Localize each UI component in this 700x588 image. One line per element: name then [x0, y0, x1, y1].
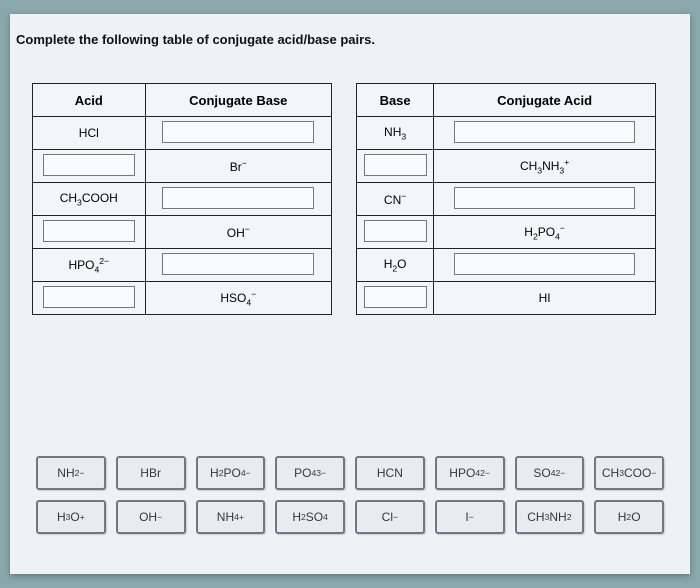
- base-cell-5: [357, 282, 434, 315]
- answer-chip[interactable]: H2SO4: [275, 500, 345, 534]
- col-header-base: Base: [357, 84, 434, 117]
- table-row: Br−: [33, 150, 332, 183]
- conjugate-acid-cell-0: [434, 117, 656, 150]
- col-header-acid: Acid: [33, 84, 146, 117]
- conjugate-base-cell-0-dropzone[interactable]: [162, 121, 314, 143]
- conjugate-acid-cell-2-dropzone[interactable]: [454, 187, 635, 209]
- table-row: CH3NH3+: [357, 150, 656, 183]
- base-table-body: NH3CH3NH3+CN−H2PO4−H2OHI: [357, 117, 656, 315]
- table-row: CH3COOH: [33, 183, 332, 216]
- answer-chip[interactable]: NH2−: [36, 456, 106, 490]
- answer-chip[interactable]: SO42−: [515, 456, 585, 490]
- conjugate-base-cell-2: [145, 183, 331, 216]
- base-cell-5-dropzone[interactable]: [364, 286, 427, 308]
- answer-chip[interactable]: OH−: [116, 500, 186, 534]
- col-header-conjugate-acid: Conjugate Acid: [434, 84, 656, 117]
- conjugate-acid-cell-4-dropzone[interactable]: [454, 253, 635, 275]
- base-cell-1: [357, 150, 434, 183]
- acid-cell-4: HPO42−: [33, 249, 146, 282]
- table-row: NH3: [357, 117, 656, 150]
- table-row: H2O: [357, 249, 656, 282]
- acid-conjugate-base-table: Acid Conjugate Base HClBr−CH3COOHOH−HPO4…: [32, 83, 332, 315]
- answer-chip[interactable]: H2PO4−: [196, 456, 266, 490]
- base-conjugate-acid-table: Base Conjugate Acid NH3CH3NH3+CN−H2PO4−H…: [356, 83, 656, 315]
- conjugate-acid-cell-5: HI: [434, 282, 656, 315]
- answer-chip[interactable]: CH3NH2: [515, 500, 585, 534]
- base-cell-3: [357, 216, 434, 249]
- answer-chip[interactable]: PO43−: [275, 456, 345, 490]
- answer-chip[interactable]: HBr: [116, 456, 186, 490]
- answer-bank-row: H3O+ OH− NH4+ H2SO4 Cl− I− CH3NH2 H2O: [36, 500, 664, 534]
- table-row: HCl: [33, 117, 332, 150]
- table-row: H2PO4−: [357, 216, 656, 249]
- answer-chip[interactable]: HPO42−: [435, 456, 505, 490]
- acid-cell-5: [33, 282, 146, 315]
- table-row: HPO42−: [33, 249, 332, 282]
- acid-cell-1-dropzone[interactable]: [43, 154, 135, 176]
- acid-cell-5-dropzone[interactable]: [43, 286, 135, 308]
- answer-chip[interactable]: H3O+: [36, 500, 106, 534]
- question-prompt: Complete the following table of conjugat…: [10, 14, 690, 53]
- base-cell-2: CN−: [357, 183, 434, 216]
- answer-chip[interactable]: CH3COO−: [594, 456, 664, 490]
- conjugate-base-cell-1: Br−: [145, 150, 331, 183]
- conjugate-base-cell-3: OH−: [145, 216, 331, 249]
- conjugate-acid-cell-4: [434, 249, 656, 282]
- conjugate-base-cell-4: [145, 249, 331, 282]
- acid-cell-0: HCl: [33, 117, 146, 150]
- acid-cell-3-dropzone[interactable]: [43, 220, 135, 242]
- table-row: OH−: [33, 216, 332, 249]
- answer-bank-row: NH2− HBr H2PO4− PO43− HCN HPO42− SO42− CH3COO−: [36, 456, 664, 490]
- conjugate-base-cell-5: HSO4−: [145, 282, 331, 315]
- acid-table-body: HClBr−CH3COOHOH−HPO42−HSO4−: [33, 117, 332, 315]
- answer-chip[interactable]: NH4+: [196, 500, 266, 534]
- conjugate-base-cell-2-dropzone[interactable]: [162, 187, 314, 209]
- conjugate-acid-cell-0-dropzone[interactable]: [454, 121, 635, 143]
- base-cell-3-dropzone[interactable]: [364, 220, 427, 242]
- acid-cell-2: CH3COOH: [33, 183, 146, 216]
- answer-chip[interactable]: Cl−: [355, 500, 425, 534]
- answer-chip[interactable]: HCN: [355, 456, 425, 490]
- conjugate-acid-cell-1: CH3NH3+: [434, 150, 656, 183]
- base-cell-1-dropzone[interactable]: [364, 154, 427, 176]
- conjugate-acid-cell-3: H2PO4−: [434, 216, 656, 249]
- answer-bank: NH2− HBr H2PO4− PO43− HCN HPO42− SO42− CH3COO− H…: [36, 456, 664, 534]
- acid-cell-1: [33, 150, 146, 183]
- col-header-conjugate-base: Conjugate Base: [145, 84, 331, 117]
- table-row: HSO4−: [33, 282, 332, 315]
- conjugate-acid-cell-2: [434, 183, 656, 216]
- answer-chip[interactable]: H2O: [594, 500, 664, 534]
- answer-chip[interactable]: I−: [435, 500, 505, 534]
- base-cell-4: H2O: [357, 249, 434, 282]
- conjugate-base-cell-0: [145, 117, 331, 150]
- table-row: CN−: [357, 183, 656, 216]
- table-row: HI: [357, 282, 656, 315]
- base-cell-0: NH3: [357, 117, 434, 150]
- conjugate-base-cell-4-dropzone[interactable]: [162, 253, 314, 275]
- acid-cell-3: [33, 216, 146, 249]
